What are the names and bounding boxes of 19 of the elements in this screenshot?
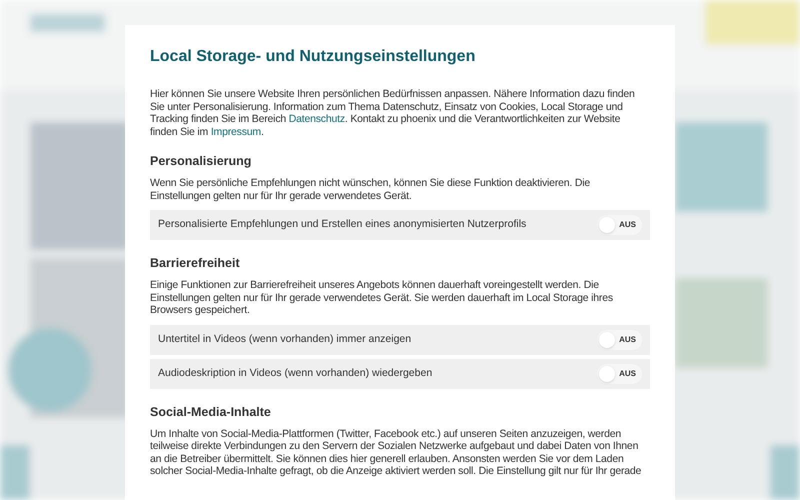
section-heading: Social-Media-Inhalte <box>150 404 272 420</box>
intro-paragraph: Hier können Sie unsere Website Ihren persönlichen Bedürfnissen anpassen. Nähere Information dazu finden Sie unter Personalisierung. Information zum Thema Datenschutz, Einsatz von Cookies, Local Storage und Tracking finden Sie im Bereich Datenschutz. Kontakt zu phoenix und die Verantwortlichkeiten zur Website finden Sie im Impressum. <box>150 88 636 138</box>
section-text: Einige Funktionen zur Barrierefreiheit unseres Angebots können dauerhaft voreingestellt werden. Die Einstellungen gelten nur für Ihr gerade verwendetes Gerät. Sie werden dauerhaft im Local Storage ihres Browsers gespeichert. <box>150 279 614 316</box>
section-heading: Barrierefreiheit <box>150 256 241 271</box>
text-link[interactable]: Impressum <box>210 126 261 138</box>
section-heading: Personalisierung <box>150 154 252 169</box>
section-text: Um Inhalte von Social-Media-Plattformen (Twitter, Facebook etc.) auf unseren Seiten anzuzeigen, werden teilweise direkte Verbindungen zu den Servern der Sozialen Netzwerke aufgebaut und dabei Daten von Ihnen an die Betreiber übermittelt. Sie können dies hier generell erlauben. Ansonsten werden Sie vor dem Laden solcher Social-Media-Inhalte gefragt, ob die Anzeige aktiviert werden soll. Die Einstellung gilt nur für Ihr gerade <box>150 428 642 478</box>
toggle-state-label: AUS <box>619 368 636 380</box>
toggle-state-label: AUS <box>619 334 636 346</box>
section-text: Wenn Sie persönliche Empfehlungen nicht wünschen, können Sie diese Funktion deaktivieren. Die Einstellungen gelten nur für Ihr gerade verwendetes Gerät. <box>150 177 591 202</box>
toggle-switch[interactable]: AUS <box>597 330 642 350</box>
toggle-state-label: AUS <box>619 219 636 231</box>
toggle-switch[interactable]: AUS <box>597 364 642 384</box>
text-link[interactable]: Datenschutz <box>288 113 345 125</box>
setting-label: Audiodeskription in Videos (wenn vorhanden) wiedergeben <box>158 366 432 381</box>
dialog-title: Local Storage- und Nutzungseinstellungen <box>150 47 476 67</box>
toggle-switch[interactable]: AUS <box>597 215 642 235</box>
setting-label: Untertitel in Videos (wenn vorhanden) immer anzeigen <box>158 332 412 347</box>
setting-label: Personalisierte Empfehlungen und Erstellen eines anonymisierten Nutzerprofils <box>158 217 526 232</box>
